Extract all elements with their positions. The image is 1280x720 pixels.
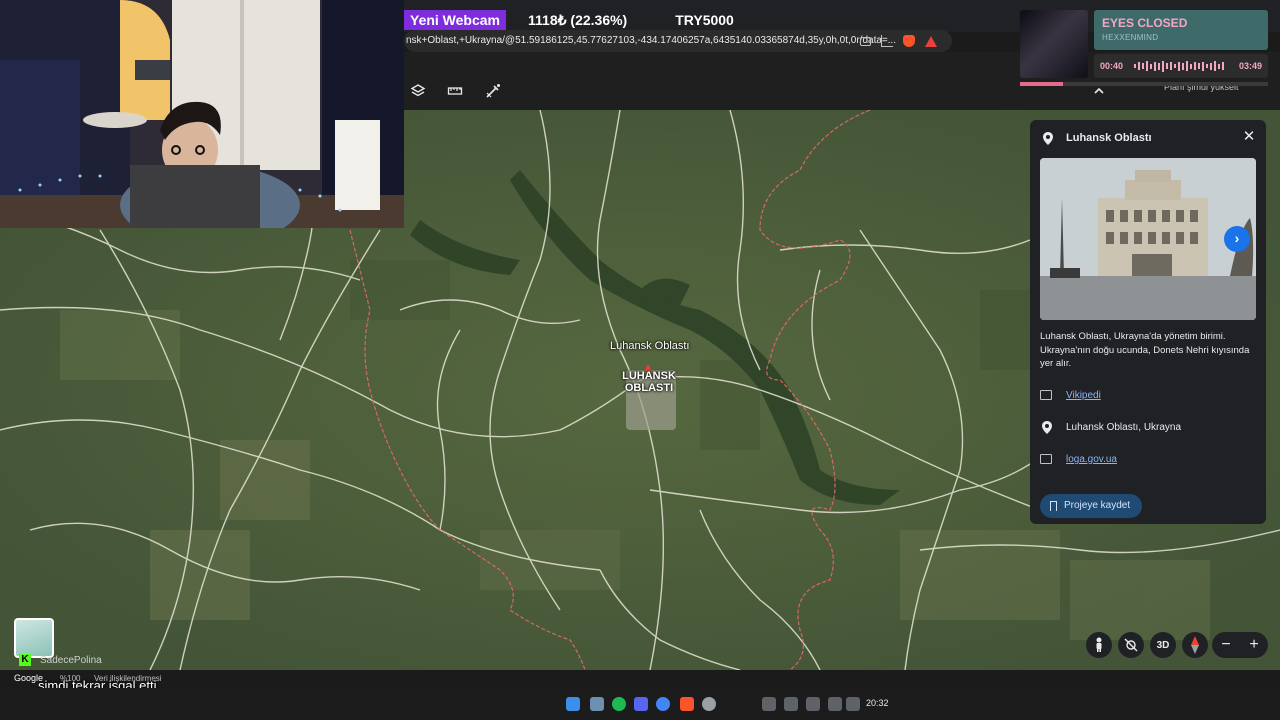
wikipedia-row[interactable]: Vikipedi	[1040, 386, 1256, 406]
tray-overflow-icon[interactable]	[762, 697, 776, 711]
location-pin-icon	[1042, 421, 1052, 434]
website-row[interactable]: loga.gov.ua	[1040, 450, 1256, 470]
share-icon[interactable]	[881, 35, 893, 47]
now-playing-widget: EYES CLOSED HEXXENMIND 00:40 03:49	[1020, 10, 1268, 78]
stream-goal-bar: Yeni Webcam 1118₺ (22.36%) TRY5000	[404, 8, 734, 32]
track-progress-bar	[1020, 82, 1268, 86]
save-to-project-button[interactable]: Projeye kaydet	[1040, 494, 1142, 518]
webcam-tag: Yeni Webcam	[404, 10, 507, 30]
viewer-name: SadecePolina	[40, 655, 102, 666]
screen-cast-icon[interactable]	[860, 36, 871, 46]
track-artist: HEXXENMIND	[1102, 33, 1159, 42]
zoom-out-button[interactable]: −	[1221, 636, 1230, 654]
region-label-line2: OBLASTI	[624, 382, 674, 394]
map-style-icon[interactable]	[409, 82, 427, 100]
website-icon	[1040, 454, 1052, 464]
track-info: EYES CLOSED HEXXENMIND	[1094, 10, 1268, 50]
tray-app-icon-2[interactable]	[806, 697, 820, 711]
screen: nsk+Oblast,+Ukrayna/@51.59186125,45.7762…	[0, 0, 1280, 720]
panel-title: Luhansk Oblastı	[1066, 132, 1152, 144]
article-icon	[1040, 390, 1052, 400]
zoom-control: − +	[1212, 632, 1268, 658]
track-progress: 00:40 03:49	[1094, 54, 1268, 78]
close-icon[interactable]: ✕	[1242, 129, 1256, 144]
network-icon[interactable]	[828, 697, 842, 711]
bookmark-icon	[1050, 501, 1057, 511]
start-windows-icon[interactable]	[566, 697, 580, 711]
webcam-feed	[0, 0, 404, 228]
kick-icon: K	[19, 654, 31, 666]
location-off-icon[interactable]	[1118, 632, 1144, 658]
place-label[interactable]: Luhansk Oblastı	[610, 340, 690, 352]
track-title: EYES CLOSED	[1102, 16, 1188, 30]
zoom-in-button[interactable]: +	[1249, 636, 1258, 654]
waveform	[1134, 60, 1226, 72]
track-elapsed: 00:40	[1100, 61, 1124, 71]
wikipedia-link[interactable]: Vikipedi	[1066, 390, 1101, 401]
donation-progress: 1118₺ (22.36%)	[528, 11, 628, 28]
obs-icon[interactable]	[702, 697, 716, 711]
donation-goal: TRY5000	[675, 12, 734, 28]
region-label[interactable]: LUHANSK OBLASTI	[620, 370, 678, 394]
discord-icon[interactable]	[634, 697, 648, 711]
location-text: Luhansk Oblastı, Ukrayna	[1066, 422, 1182, 433]
location-pin-icon	[1043, 132, 1053, 145]
save-button-label: Projeye kaydet	[1064, 500, 1131, 511]
brave-shield-icon[interactable]	[903, 35, 915, 47]
map-status-bar: Google %100 Veri ilişkilendirmesi	[0, 670, 1280, 688]
draw-path-icon[interactable]	[484, 82, 502, 100]
location-row: Luhansk Oblastı, Ukrayna	[1040, 418, 1256, 438]
place-description: Luhansk Oblastı, Ukrayna'da yönetim biri…	[1040, 331, 1250, 369]
layer-preview-thumbnail[interactable]	[14, 618, 54, 658]
street-view-pegman-icon[interactable]	[1086, 632, 1112, 658]
next-photo-button[interactable]: ›	[1224, 226, 1250, 252]
measure-icon[interactable]	[446, 82, 464, 100]
track-progress-fill	[1020, 82, 1064, 86]
app-icon[interactable]	[590, 697, 604, 711]
track-duration: 03:49	[1238, 61, 1262, 71]
taskbar-clock[interactable]: 20:32	[866, 698, 889, 708]
toggle-3d-button[interactable]: 3D	[1150, 632, 1176, 658]
volume-icon[interactable]	[846, 697, 860, 711]
place-info-panel: Luhansk Oblastı ✕ › Luhansk Oblastı, Ukr…	[1030, 120, 1266, 524]
webcam-image	[0, 0, 404, 228]
brave-icon[interactable]	[680, 697, 694, 711]
compass-icon[interactable]	[1182, 632, 1208, 658]
spotify-icon[interactable]	[612, 697, 626, 711]
tray-app-icon[interactable]	[784, 697, 798, 711]
region-label-line1: LUHANSK	[622, 370, 676, 382]
chrome-icon[interactable]	[656, 697, 670, 711]
brave-rewards-icon[interactable]	[925, 35, 937, 47]
website-link[interactable]: loga.gov.ua	[1066, 454, 1117, 465]
album-cover	[1020, 10, 1088, 78]
address-bar-actions	[860, 30, 937, 52]
